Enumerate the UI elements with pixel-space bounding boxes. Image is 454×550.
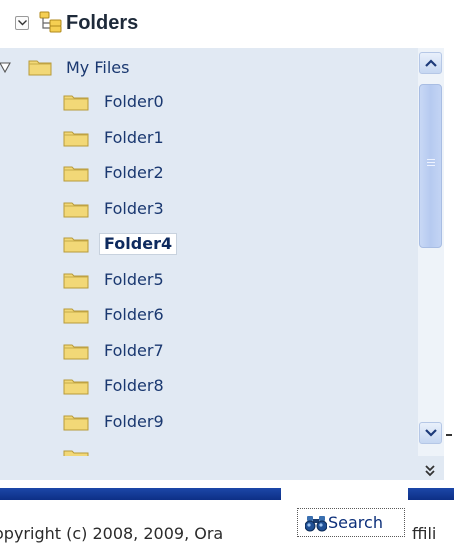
panel-title: Folders — [66, 12, 139, 34]
double-chevron-down-icon[interactable] — [424, 462, 436, 481]
folder-icon — [63, 306, 89, 328]
folder-icon — [63, 129, 89, 151]
folder-icon — [63, 164, 89, 186]
tree-item-folder[interactable]: Folder1 — [0, 126, 418, 158]
tree-item-folder[interactable]: Folder6 — [0, 303, 418, 335]
binoculars-icon — [304, 514, 328, 536]
folder-icon — [63, 93, 89, 115]
folder-icon — [63, 342, 89, 364]
tree-item-label[interactable]: Folder2 — [104, 163, 164, 183]
folder-icon — [63, 271, 89, 293]
search-button[interactable]: Search — [297, 508, 405, 537]
vertical-scrollbar[interactable] — [418, 48, 444, 456]
folder-icon — [63, 448, 89, 456]
tree-item-folder[interactable]: Folder2 — [0, 161, 418, 193]
collapse-toggle-icon[interactable] — [15, 16, 29, 30]
scroll-edge — [444, 48, 454, 456]
tree-item-label[interactable]: Folder5 — [104, 270, 164, 290]
panel-header: Folders — [0, 0, 444, 48]
tree-item-label[interactable]: Folder6 — [104, 305, 164, 325]
search-label[interactable]: Search — [328, 513, 383, 532]
search-popup: Search — [281, 484, 408, 550]
expanded-triangle-icon[interactable] — [0, 60, 12, 79]
tree-item-folder[interactable]: Folder3 — [0, 197, 418, 229]
folder-icon — [63, 235, 89, 257]
folder-icon — [63, 413, 89, 435]
tree-item-folder[interactable]: Folder8 — [0, 374, 418, 406]
tree-root-row[interactable]: My Files — [0, 56, 418, 88]
folder-icon — [63, 377, 89, 399]
scroll-down-button[interactable] — [419, 422, 442, 444]
tree-item-label[interactable]: Folder3 — [104, 199, 164, 219]
overflow-strip — [0, 456, 444, 480]
tree-item-folder[interactable]: Folder4 — [0, 232, 418, 264]
tree-item-label[interactable]: Folder4 — [99, 233, 178, 255]
tree-item-folder[interactable]: Folder0 — [0, 90, 418, 122]
tree-item-label[interactable]: Folder8 — [104, 376, 164, 396]
folder-icon — [28, 58, 52, 80]
scroll-thumb[interactable] — [419, 84, 442, 248]
right-fragment: ffili — [412, 524, 437, 543]
folder-icon — [63, 200, 89, 222]
folder-tree-icon — [39, 11, 63, 39]
edge-tick — [446, 434, 452, 436]
tree-item-label[interactable]: Folder0 — [104, 92, 164, 112]
tree-root-label[interactable]: My Files — [66, 58, 129, 78]
tree-item-folder[interactable]: Folder7 — [0, 339, 418, 371]
tree-item-label[interactable]: Folder9 — [104, 412, 164, 432]
scroll-up-button[interactable] — [419, 52, 442, 74]
folder-tree[interactable]: My Files Folder0 Folder1 Folder2 Folder3 Fol… — [0, 48, 444, 456]
tree-item-label[interactable]: Folder1 — [104, 128, 164, 148]
tree-item-folder[interactable]: Folder9 — [0, 410, 418, 442]
tree-item-label[interactable]: Folder7 — [104, 341, 164, 361]
thumb-grip-icon — [427, 159, 435, 167]
copyright-label: opyright (c) 2008, 2009, Ora — [0, 524, 224, 543]
tree-item-folder[interactable]: Folder5 — [0, 268, 418, 300]
